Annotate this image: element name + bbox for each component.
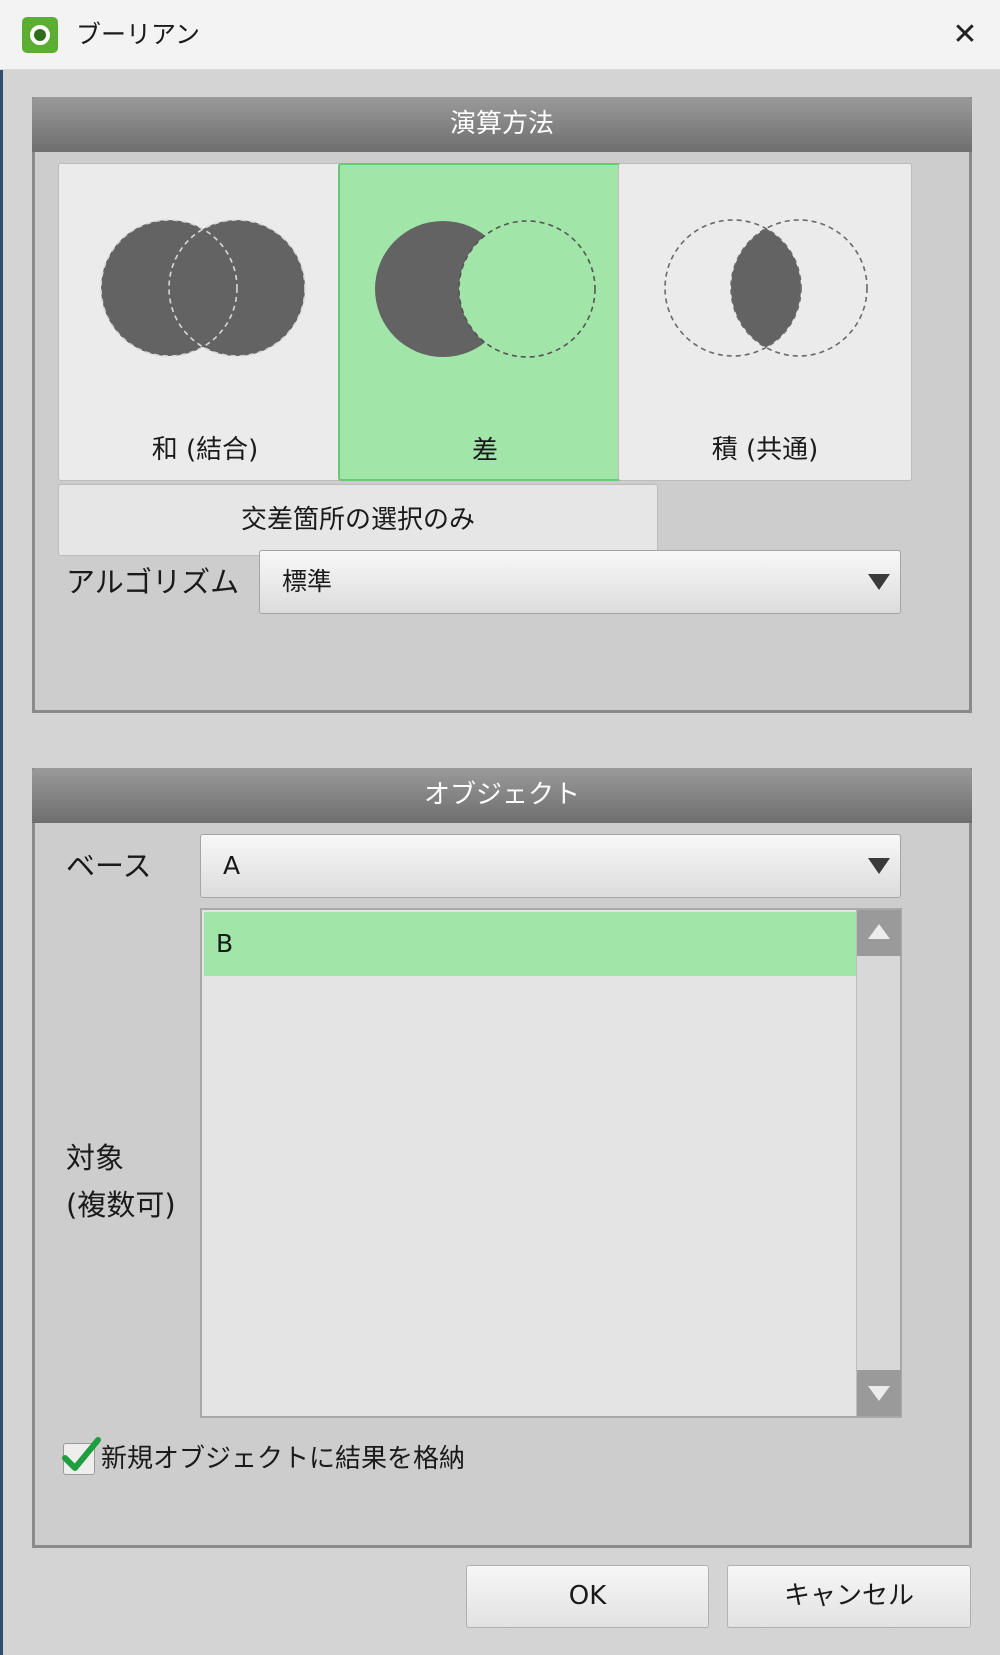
store-new-checkbox[interactable] <box>62 1437 101 1475</box>
operation-header: 演算方法 <box>32 97 972 152</box>
triangle-up-icon <box>868 924 890 939</box>
algorithm-label: アルゴリズム <box>66 565 240 599</box>
base-label: ベース <box>66 849 152 883</box>
difference-button[interactable]: 差 <box>338 163 632 481</box>
app-logo-icon <box>22 17 58 53</box>
objects-group: オブジェクト ベース A 対象 (複数可) B 新規オブジェクトに結果を格納 <box>32 768 972 1548</box>
checkmark-icon <box>62 1437 101 1471</box>
base-value: A <box>223 851 241 880</box>
list-item[interactable]: B <box>204 912 856 976</box>
intersection-label: 積 (共通) <box>711 435 819 465</box>
objects-header: オブジェクト <box>32 768 972 823</box>
algorithm-value: 標準 <box>282 567 333 596</box>
close-icon[interactable]: ✕ <box>940 10 990 60</box>
triangle-down-icon <box>868 1386 890 1401</box>
store-new-label: 新規オブジェクトに結果を格納 <box>101 1444 466 1474</box>
intersect-only-button[interactable]: 交差箇所の選択のみ <box>58 484 658 556</box>
title-bar: ブーリアン ✕ <box>0 0 1000 70</box>
window-title: ブーリアン <box>76 20 201 49</box>
algorithm-dropdown[interactable]: 標準 <box>259 550 901 614</box>
operation-group: 演算方法 和 (結合) 差 積 (共通) 交差箇所の選択のみ アルゴリズム 標準 <box>32 97 972 713</box>
base-dropdown[interactable]: A <box>200 834 901 898</box>
intersection-button[interactable]: 積 (共通) <box>618 163 912 481</box>
ok-button[interactable]: OK <box>466 1565 709 1628</box>
union-button[interactable]: 和 (結合) <box>58 163 352 481</box>
difference-label: 差 <box>471 436 498 466</box>
target-label-line1: 対象 <box>66 1141 125 1175</box>
scroll-up-button[interactable] <box>857 910 901 956</box>
triangle-down-icon <box>868 858 890 874</box>
cancel-button[interactable]: キャンセル <box>727 1565 971 1628</box>
triangle-down-icon <box>868 574 890 590</box>
target-label-line2: (複数可) <box>66 1188 176 1222</box>
window-edge <box>0 70 3 1655</box>
scrollbar[interactable] <box>856 910 901 1416</box>
target-listbox[interactable]: B <box>200 908 902 1418</box>
union-label: 和 (結合) <box>151 435 259 465</box>
scroll-down-button[interactable] <box>857 1370 901 1416</box>
